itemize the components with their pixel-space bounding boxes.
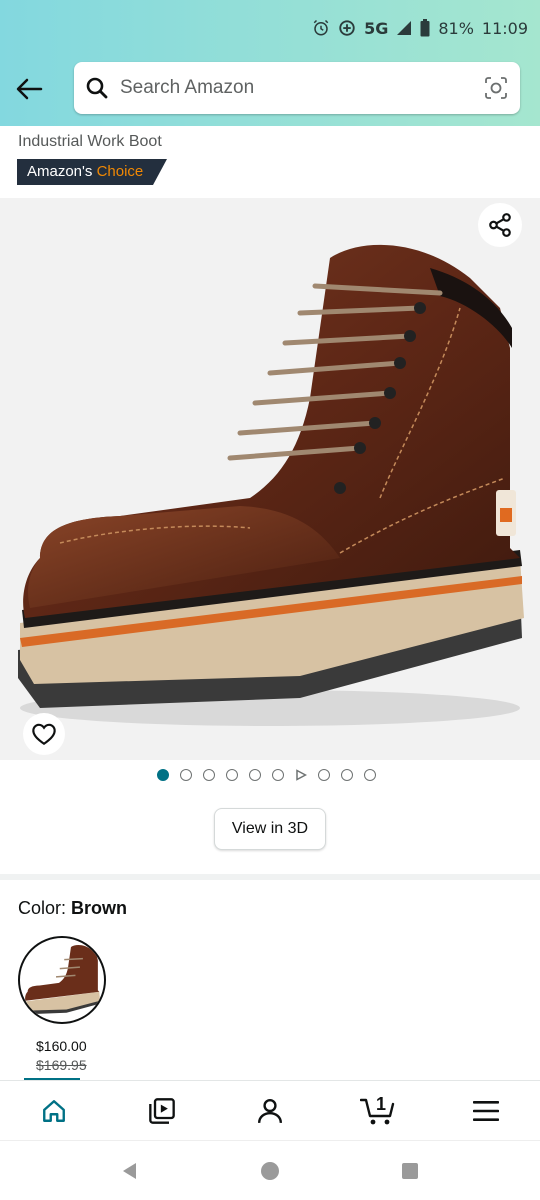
swatch-boot-thumbnail (24, 945, 100, 1015)
clock: 11:09 (481, 18, 528, 38)
product-image-area[interactable] (0, 198, 540, 760)
section-divider (0, 874, 540, 880)
system-back-icon[interactable] (120, 1161, 140, 1181)
system-navigation-bar (0, 1140, 540, 1200)
share-icon (489, 213, 511, 237)
nav-video[interactable] (132, 1086, 192, 1136)
system-recents-icon[interactable] (400, 1161, 420, 1181)
video-play-icon[interactable] (295, 769, 307, 781)
nav-home[interactable] (24, 1086, 84, 1136)
menu-icon (473, 1100, 499, 1121)
header: 5G 81% 11:09 (0, 0, 540, 126)
product-image-boot (18, 244, 524, 726)
nav-menu[interactable] (456, 1086, 516, 1136)
gallery-pagination (157, 769, 376, 781)
search-input[interactable] (120, 77, 472, 99)
cart-count: 1 (376, 1093, 387, 1114)
video-icon (149, 1097, 175, 1124)
gallery-dot[interactable] (272, 769, 284, 781)
heart-icon (32, 723, 56, 746)
status-bar: 5G 81% 11:09 (312, 14, 528, 42)
battery-icon (420, 19, 430, 37)
account-icon (257, 1098, 283, 1123)
nav-account[interactable] (240, 1086, 300, 1136)
network-type: 5G (364, 18, 389, 38)
variant-list-price: $169.95 (36, 1057, 87, 1073)
arrow-left-icon (16, 78, 43, 100)
amazons-choice-badge: Amazon's Choice (17, 159, 168, 185)
gallery-dot[interactable] (364, 769, 376, 781)
alarm-icon (313, 19, 329, 36)
data-saver-icon (339, 20, 355, 36)
search-icon (74, 76, 120, 100)
gallery-dot[interactable] (203, 769, 215, 781)
gallery-dot[interactable] (318, 769, 330, 781)
add-to-list-button[interactable] (23, 713, 65, 755)
color-swatch-brown[interactable] (18, 936, 106, 1024)
gallery-dot[interactable] (180, 769, 192, 781)
badge-highlight: Choice (96, 163, 144, 180)
camera-lens-icon[interactable] (472, 76, 520, 100)
color-value: Brown (71, 898, 128, 918)
variant-price: $160.00 (36, 1038, 87, 1054)
share-button[interactable] (478, 203, 522, 247)
product-title[interactable]: Industrial Work Boot (18, 133, 162, 151)
back-button[interactable] (12, 72, 46, 106)
color-selection-label: Color: Brown (18, 898, 127, 919)
home-icon (43, 1099, 65, 1122)
gallery-dot[interactable] (249, 769, 261, 781)
badge-prefix: Amazon's (27, 163, 93, 180)
signal-icon (397, 21, 412, 35)
search-box[interactable] (74, 62, 520, 114)
nav-cart[interactable]: 1 (348, 1086, 408, 1136)
view-in-3d-button[interactable]: View in 3D (214, 808, 326, 850)
color-label-prefix: Color: (18, 898, 67, 918)
system-home-icon[interactable] (260, 1161, 280, 1181)
bottom-navigation: 1 (0, 1080, 540, 1140)
gallery-dot[interactable] (226, 769, 238, 781)
gallery-dot-active[interactable] (157, 769, 169, 781)
battery-level: 81% (438, 18, 474, 38)
gallery-dot[interactable] (341, 769, 353, 781)
